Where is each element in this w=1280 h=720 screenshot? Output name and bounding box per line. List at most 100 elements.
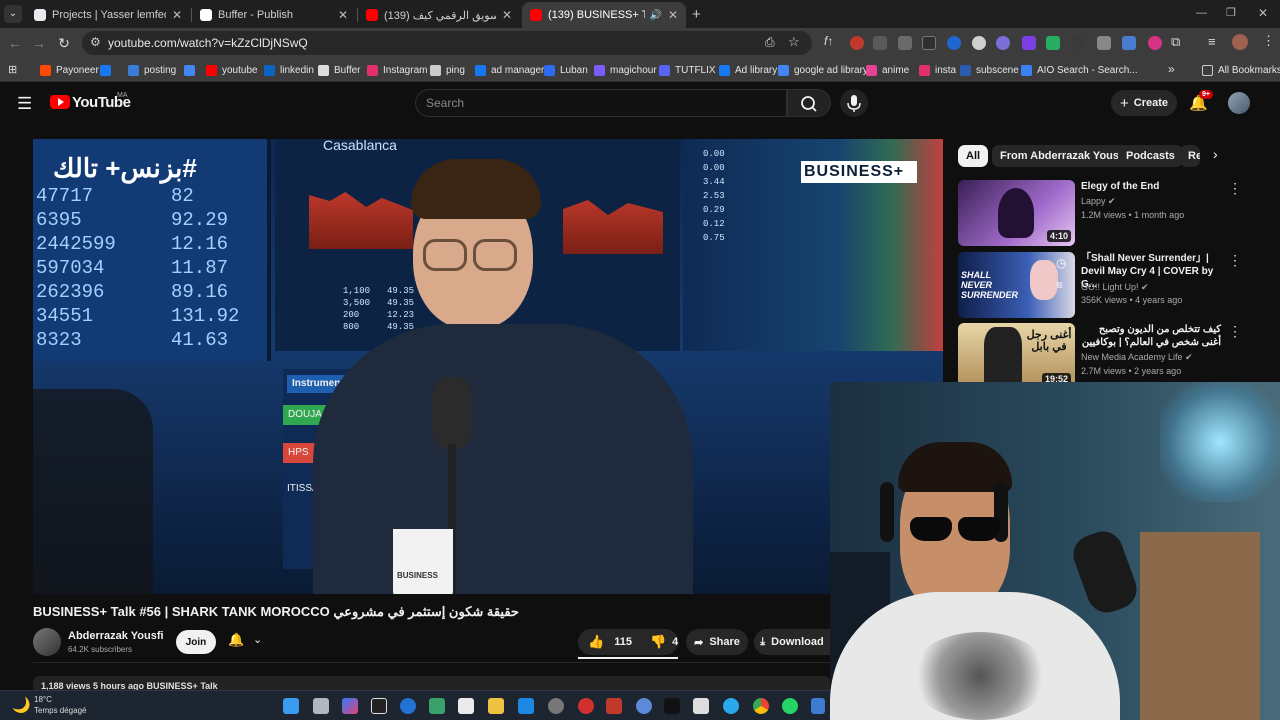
close-window-button[interactable]: ✕ (1258, 6, 1268, 20)
bookmark-item[interactable]: ad manager (475, 63, 544, 77)
tab-youtube-active[interactable]: (139) BUSINESS+ Talk #56 | 🔊 ✕ (522, 2, 686, 28)
app-icon[interactable] (811, 698, 825, 714)
function-extension-icon[interactable]: f↑ (824, 34, 833, 48)
speaker-icon[interactable]: 🔊 (649, 10, 661, 21)
file-explorer-icon[interactable] (488, 698, 504, 714)
bookmark-item[interactable]: subscene (960, 63, 1019, 77)
bookmark-item[interactable]: TUTFLIX (659, 63, 716, 77)
watch-later-icon[interactable]: ◷ (1056, 256, 1066, 270)
video-player[interactable]: 47717 6395 2442599 597034 262396 34551 8323 82… (33, 139, 943, 594)
extension-icon[interactable] (1122, 36, 1136, 50)
recommendation-item[interactable]: SHALL NEVER SURRENDER ◷ ≡ 「Shall Never S… (958, 252, 1268, 320)
app-icon[interactable] (693, 698, 709, 714)
more-actions-icon[interactable]: ⋮ (1228, 323, 1242, 340)
search-input[interactable] (426, 90, 776, 116)
app-icon[interactable] (636, 698, 652, 714)
apps-grid-icon[interactable]: ⊞ (8, 63, 17, 76)
chip-podcasts[interactable]: Podcasts (1118, 145, 1183, 167)
extension-icon[interactable] (996, 36, 1010, 50)
telegram-icon[interactable] (723, 698, 739, 714)
bookmark-item[interactable]: Ad library (719, 63, 777, 77)
site-info-icon[interactable]: ⚙ (90, 35, 101, 49)
maximize-button[interactable]: ❐ (1226, 6, 1236, 19)
recommendation-item[interactable]: 4:10 Elegy of the End Lappy ✔ 1.2M views… (958, 180, 1268, 248)
share-button[interactable]: ➦ Share (686, 629, 748, 655)
forward-button[interactable]: → (30, 34, 48, 52)
tiktok-icon[interactable] (664, 698, 680, 714)
extension-icon[interactable] (972, 36, 986, 50)
bookmark-item[interactable]: Buffer (318, 63, 361, 77)
channel-avatar[interactable] (33, 628, 61, 656)
minimize-button[interactable]: — (1196, 7, 1207, 19)
channel-name[interactable]: Abderrazak Yousfi (68, 630, 164, 642)
close-tab-icon[interactable]: ✕ (502, 8, 512, 22)
camera-extension-icon[interactable] (898, 36, 912, 50)
extension-icon[interactable] (850, 36, 864, 50)
temperature[interactable]: 18°C (34, 695, 52, 704)
chrome-icon[interactable] (753, 698, 769, 714)
search-button[interactable] (787, 89, 831, 117)
download-button[interactable]: ⤓ Download (754, 629, 830, 655)
whatsapp-icon[interactable] (782, 698, 798, 714)
app-icon[interactable] (400, 698, 416, 714)
chips-next-arrow-icon[interactable]: › (1213, 146, 1218, 162)
more-actions-icon[interactable]: ⋮ (1228, 180, 1242, 197)
app-icon[interactable] (371, 698, 387, 714)
app-icon[interactable] (458, 698, 474, 714)
extensions-puzzle-icon[interactable]: ⧉ (1171, 34, 1180, 50)
bookmark-star-icon[interactable]: ☆ (788, 34, 800, 50)
bookmark-item[interactable]: Instagram (367, 63, 427, 77)
chevron-down-icon[interactable]: ⌄ (253, 633, 262, 646)
task-view-icon[interactable] (313, 698, 329, 714)
extension-icon[interactable] (1097, 36, 1111, 50)
more-actions-icon[interactable]: ⋮ (1228, 252, 1242, 269)
tab-search-button[interactable]: ⌄ (4, 5, 22, 23)
new-tab-button[interactable]: + (692, 6, 701, 23)
description-box[interactable]: 1,188 views 5 hours ago BUSINESS+ Talk (33, 676, 830, 690)
channel-name[interactable]: GO!! Light Up! ✔ (1081, 282, 1149, 293)
bookmarks-overflow-button[interactable]: » (1168, 62, 1175, 76)
cast-icon[interactable]: ⎙ (765, 35, 775, 50)
extension-icon[interactable] (1148, 36, 1162, 50)
bookmark-item[interactable]: linkedin (264, 63, 314, 77)
voice-search-button[interactable] (840, 89, 868, 117)
add-to-queue-icon[interactable]: ≡ (1056, 278, 1063, 292)
app-icon[interactable] (518, 698, 534, 714)
hamburger-menu-icon[interactable]: ☰ (17, 94, 32, 114)
extension-icon[interactable] (1022, 36, 1036, 50)
tab-projects[interactable]: Projects | Yasser lemfeddel's W ✕ (26, 2, 190, 28)
bookmark-item[interactable]: anime (866, 63, 909, 77)
extension-icon[interactable] (1072, 36, 1086, 50)
video-title[interactable]: كيف تتخلص من الديون وتصبح أغنى شخص في ال… (1081, 323, 1221, 349)
tab-buffer[interactable]: Buffer - Publish ✕ (192, 2, 356, 28)
tab-youtube-arabic[interactable]: (139) وكالة التسويق الرقمي كيف... ✕ (358, 2, 520, 28)
channel-name[interactable]: New Media Academy Life ✔ (1081, 352, 1193, 363)
copilot-icon[interactable] (342, 698, 358, 714)
video-thumbnail[interactable]: 4:10 (958, 180, 1075, 246)
extension-icon[interactable] (1046, 36, 1060, 50)
start-windows-icon[interactable] (283, 698, 299, 714)
address-bar[interactable]: ⚙ youtube.com/watch?v=kZzClDjNSwQ ⎙ ☆ (82, 31, 812, 55)
recommendation-item[interactable]: أغنى رجل في بابل 19:52 كيف تتخلص من الدي… (958, 323, 1268, 391)
bookmark-item[interactable]: insta (919, 63, 956, 77)
settings-gear-icon[interactable] (548, 698, 564, 714)
extension-icon[interactable] (922, 36, 936, 50)
extension-icon[interactable] (873, 36, 887, 50)
reload-button[interactable]: ↻ (55, 34, 73, 52)
extension-icon[interactable] (947, 36, 961, 50)
subscription-bell-icon[interactable]: 🔔 (228, 632, 244, 648)
video-title[interactable]: Elegy of the End (1081, 180, 1221, 193)
chip-related[interactable]: Re (1180, 145, 1200, 167)
create-button[interactable]: + Create (1111, 90, 1177, 116)
opera-icon[interactable] (578, 698, 594, 714)
bookmark-item[interactable]: AIO Search - Search... (1021, 63, 1138, 77)
account-avatar[interactable] (1228, 92, 1250, 114)
bookmark-item[interactable]: posting (128, 63, 176, 77)
bookmark-item[interactable]: youtube (206, 63, 258, 77)
dislike-count[interactable]: 4 (672, 636, 678, 648)
all-bookmarks-button[interactable]: All Bookmarks (1202, 63, 1280, 77)
weather-condition[interactable]: Temps dégagé (34, 706, 86, 715)
bookmark-item[interactable]: google ad library (778, 63, 868, 77)
back-button[interactable]: ← (6, 34, 24, 52)
like-count[interactable]: 115 (614, 636, 632, 648)
